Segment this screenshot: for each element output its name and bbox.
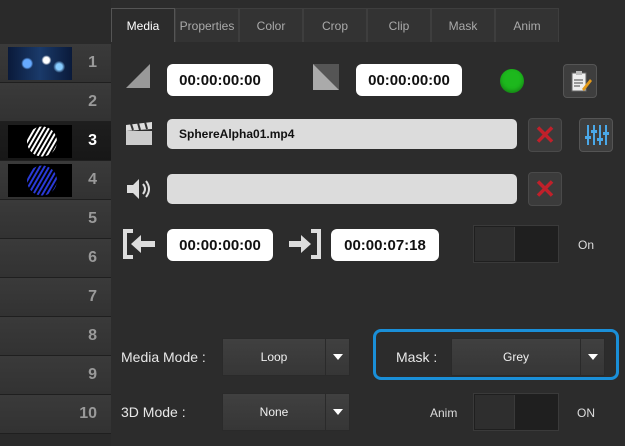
tab-bar: Media Properties Color Crop Clip Mask An… bbox=[111, 8, 559, 42]
slot-number: 10 bbox=[79, 405, 97, 422]
audio-file-field[interactable] bbox=[167, 174, 517, 204]
blue-sphere-thumbnail bbox=[8, 164, 72, 197]
layer-slot-10[interactable]: 10 bbox=[0, 395, 111, 434]
media-mode-select[interactable]: Loop bbox=[222, 338, 350, 376]
slot-number: 7 bbox=[88, 288, 97, 305]
toggle-knob bbox=[475, 227, 515, 261]
trim-in-icon bbox=[123, 229, 155, 259]
close-icon: ✕ bbox=[534, 174, 556, 204]
anim-label: Anim bbox=[430, 406, 458, 420]
anim-toggle-label: ON bbox=[577, 406, 595, 420]
media-mode-value: Loop bbox=[223, 339, 325, 375]
trim-out-icon bbox=[289, 229, 321, 259]
tab-clip[interactable]: Clip bbox=[367, 8, 431, 42]
anim-toggle[interactable] bbox=[473, 393, 559, 431]
layer-slot-5[interactable]: 5 bbox=[0, 200, 111, 239]
layer-slot-6[interactable]: 6 bbox=[0, 239, 111, 278]
edit-properties-button[interactable] bbox=[563, 64, 597, 98]
fade-out-timecode[interactable]: 00:00:00:00 bbox=[356, 64, 462, 96]
mask-highlight-frame bbox=[373, 329, 619, 380]
slot-number: 4 bbox=[88, 171, 97, 188]
slot-number: 6 bbox=[88, 249, 97, 266]
3d-mode-label: 3D Mode : bbox=[121, 404, 186, 420]
sliders-icon bbox=[585, 125, 609, 145]
slot-number: 8 bbox=[88, 327, 97, 344]
tab-anim[interactable]: Anim bbox=[495, 8, 559, 42]
slot-number: 3 bbox=[88, 132, 97, 149]
layer-sidebar: 1 2 3 4 5 6 7 8 9 10 bbox=[0, 0, 111, 446]
tab-crop[interactable]: Crop bbox=[303, 8, 367, 42]
white-sphere-thumbnail bbox=[8, 125, 72, 158]
media-mode-label: Media Mode : bbox=[121, 349, 206, 365]
fade-in-timecode[interactable]: 00:00:00:00 bbox=[167, 64, 273, 96]
clapperboard-icon bbox=[126, 122, 152, 145]
clipboard-edit-icon bbox=[571, 71, 592, 92]
tab-media[interactable]: Media bbox=[111, 8, 175, 42]
slot-number: 1 bbox=[88, 54, 97, 71]
toggle-knob bbox=[475, 395, 515, 429]
speaker-icon bbox=[127, 179, 150, 199]
media-panel: 00:00:00:00 00:00:00:00 SphereAlpha01.mp… bbox=[111, 42, 625, 446]
slot-number: 9 bbox=[88, 366, 97, 383]
remove-media-button[interactable]: ✕ bbox=[528, 118, 562, 152]
layer-slot-9[interactable]: 9 bbox=[0, 356, 111, 395]
layer-slot-7[interactable]: 7 bbox=[0, 278, 111, 317]
chevron-down-icon bbox=[325, 394, 349, 430]
3d-mode-select[interactable]: None bbox=[222, 393, 350, 431]
tab-mask[interactable]: Mask bbox=[431, 8, 495, 42]
3d-mode-value: None bbox=[223, 394, 325, 430]
mixer-settings-button[interactable] bbox=[579, 118, 613, 152]
layer-slot-3[interactable]: 3 bbox=[0, 122, 111, 161]
fade-in-icon bbox=[126, 64, 150, 88]
loop-toggle-label: On bbox=[578, 238, 595, 252]
fireworks-thumbnail bbox=[8, 47, 72, 80]
status-indicator bbox=[500, 69, 524, 93]
trim-in-timecode[interactable]: 00:00:00:00 bbox=[167, 229, 273, 261]
trim-out-timecode[interactable]: 00:00:07:18 bbox=[331, 229, 439, 261]
loop-toggle[interactable] bbox=[473, 225, 559, 263]
chevron-down-icon bbox=[325, 339, 349, 375]
fade-out-icon bbox=[313, 64, 339, 90]
media-file-field[interactable]: SphereAlpha01.mp4 bbox=[167, 119, 517, 149]
layer-slot-8[interactable]: 8 bbox=[0, 317, 111, 356]
remove-audio-button[interactable]: ✕ bbox=[528, 172, 562, 206]
close-icon: ✕ bbox=[534, 120, 556, 150]
layer-slot-4[interactable]: 4 bbox=[0, 161, 111, 200]
slot-number: 2 bbox=[88, 93, 97, 110]
tab-color[interactable]: Color bbox=[239, 8, 303, 42]
layer-slot-1[interactable]: 1 bbox=[0, 44, 111, 83]
slot-number: 5 bbox=[88, 210, 97, 227]
layer-slot-2[interactable]: 2 bbox=[0, 83, 111, 122]
tab-properties[interactable]: Properties bbox=[175, 8, 239, 42]
